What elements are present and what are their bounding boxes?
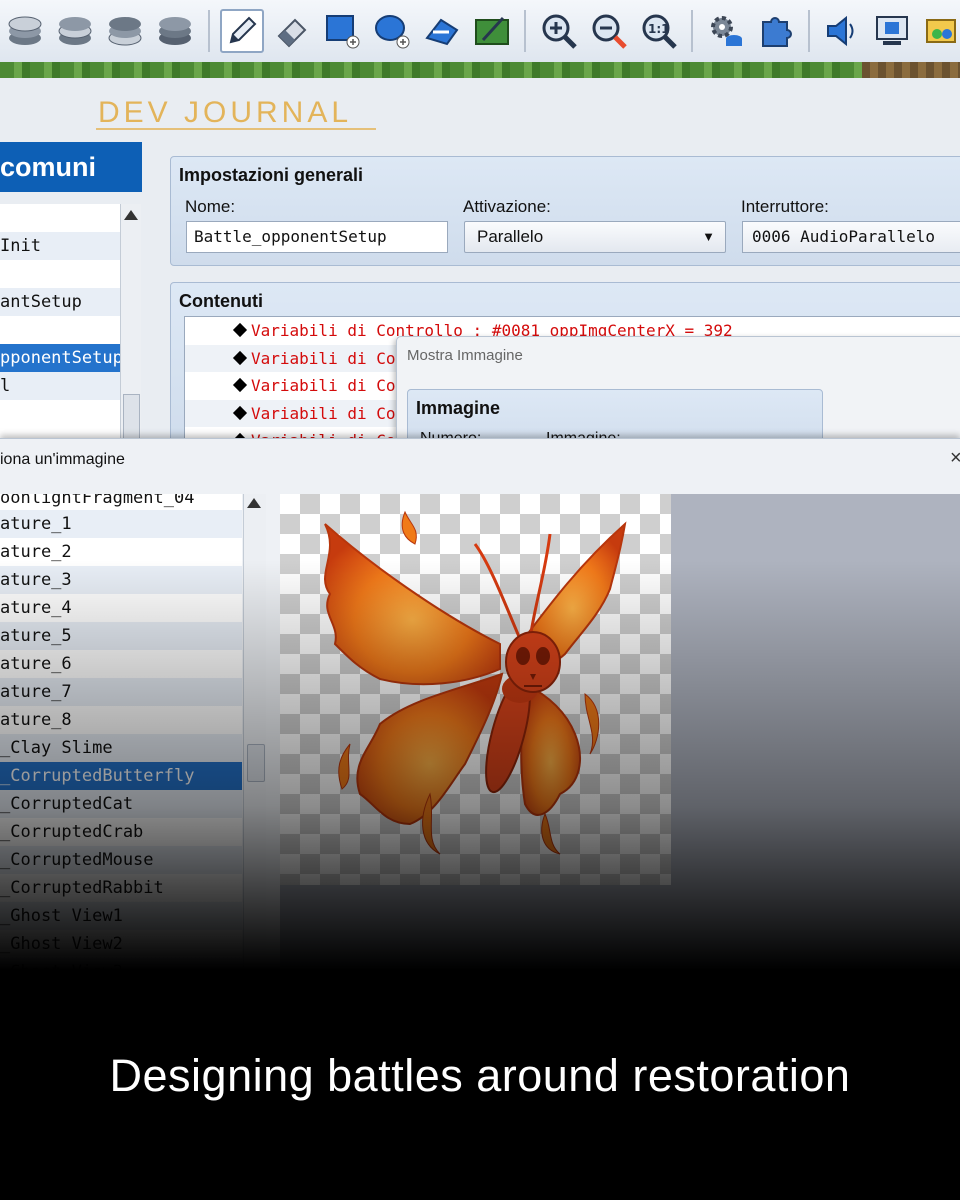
shadow-pen-icon[interactable] <box>470 9 514 53</box>
caption-text: Designing battles around restoration <box>109 1050 851 1101</box>
name-label: Nome: <box>185 197 236 216</box>
layer-3-icon[interactable] <box>103 9 147 53</box>
list-item[interactable]: ature_2 <box>0 538 242 566</box>
general-settings-group: Impostazioni generali Nome: Battle_oppon… <box>170 156 960 266</box>
file-list-scrollbar[interactable] <box>243 494 266 969</box>
close-icon[interactable]: × <box>950 447 960 470</box>
list-item[interactable]: ature_4 <box>0 594 242 622</box>
list-item[interactable]: Init <box>0 232 120 260</box>
list-item[interactable]: _CorruptedCat <box>0 790 242 818</box>
toolbar-separator <box>524 10 526 52</box>
switch-field[interactable]: 0006 AudioParallelo <box>742 221 960 253</box>
list-item[interactable]: _Ghost View2 <box>0 930 242 958</box>
common-events-header: comuni <box>0 142 142 192</box>
zoom-out-icon[interactable] <box>587 9 631 53</box>
list-item[interactable]: ature_7 <box>0 678 242 706</box>
list-item[interactable]: ature_6 <box>0 650 242 678</box>
list-item[interactable] <box>0 260 120 288</box>
trigger-label: Attivazione: <box>463 197 551 216</box>
select-image-title: iona un'immagine <box>0 451 125 468</box>
map-strip <box>0 62 960 78</box>
zoom-in-icon[interactable] <box>537 9 581 53</box>
database-icon[interactable] <box>704 9 748 53</box>
toolbar-separator <box>691 10 693 52</box>
trigger-select[interactable]: Parallelo ▼ <box>464 221 726 253</box>
picture-group-title: Immagine <box>416 398 501 418</box>
select-image-dialog: iona un'immagine × oonlightFragment_04 a… <box>0 438 960 969</box>
banner-underline <box>96 128 376 130</box>
list-item[interactable]: _Ghost View3 <box>0 958 242 969</box>
editor-toolbar: 1:1 <box>0 0 960 63</box>
toolbar-separator <box>808 10 810 52</box>
image-preview <box>280 494 671 885</box>
layer-4-icon[interactable] <box>153 9 197 53</box>
corrupted-butterfly-sprite <box>324 510 627 855</box>
show-picture-title: Mostra Immagine <box>407 347 523 364</box>
general-settings-title: Impostazioni generali <box>179 165 364 185</box>
fill-icon[interactable] <box>420 9 464 53</box>
playtest-icon[interactable] <box>870 9 914 53</box>
common-events-scrollbar[interactable] <box>120 204 141 442</box>
layer-1-icon[interactable] <box>3 9 47 53</box>
dev-journal-banner: DEV JOURNAL <box>98 96 353 129</box>
image-file-list[interactable]: oonlightFragment_04 ature_1 ature_2 atur… <box>0 494 242 969</box>
scroll-up-icon[interactable] <box>124 210 138 220</box>
scroll-up-icon[interactable] <box>247 498 261 508</box>
list-item[interactable]: ature_1 <box>0 510 242 538</box>
switch-label: Interruttore: <box>741 197 829 216</box>
svg-text:1:1: 1:1 <box>648 22 670 36</box>
scroll-thumb[interactable] <box>247 744 265 782</box>
list-item[interactable]: l <box>0 372 120 400</box>
chevron-down-icon: ▼ <box>702 229 715 244</box>
ellipse-select-icon[interactable] <box>370 9 414 53</box>
contents-title: Contenuti <box>179 291 263 311</box>
sound-icon[interactable] <box>820 9 864 53</box>
list-item[interactable]: _CorruptedCrab <box>0 818 242 846</box>
toolbar-separator <box>208 10 210 52</box>
list-item[interactable] <box>0 316 120 344</box>
image-preview-area <box>280 494 960 969</box>
rectangle-select-icon[interactable] <box>320 9 364 53</box>
list-item-selected[interactable]: pponentSetup <box>0 344 120 372</box>
name-field[interactable]: Battle_opponentSetup <box>186 221 448 253</box>
list-item[interactable]: _Ghost View1 <box>0 902 242 930</box>
eraser-icon[interactable] <box>270 9 314 53</box>
layer-2-icon[interactable] <box>53 9 97 53</box>
list-item[interactable]: ature_8 <box>0 706 242 734</box>
pencil-icon[interactable] <box>220 9 264 53</box>
map-strip-dirt <box>862 62 960 78</box>
list-item[interactable]: _CorruptedMouse <box>0 846 242 874</box>
list-item[interactable]: ature_3 <box>0 566 242 594</box>
common-events-list[interactable]: Init antSetup pponentSetup l <box>0 204 120 440</box>
plugin-icon[interactable] <box>754 9 798 53</box>
list-item[interactable]: ature_5 <box>0 622 242 650</box>
trigger-value: Parallelo <box>477 227 544 246</box>
list-item[interactable]: _Clay Slime <box>0 734 242 762</box>
scroll-thumb[interactable] <box>123 394 140 442</box>
list-item-selected[interactable]: _CorruptedButterfly <box>0 762 242 790</box>
list-item[interactable]: antSetup <box>0 288 120 316</box>
resource-icon[interactable] <box>920 9 960 53</box>
zoom-actual-icon[interactable]: 1:1 <box>637 9 681 53</box>
list-item[interactable]: _CorruptedRabbit <box>0 874 242 902</box>
list-item[interactable]: oonlightFragment_04 <box>0 494 242 510</box>
list-item[interactable] <box>0 204 120 232</box>
show-picture-dialog: Mostra Immagine Immagine Numero: Immagin… <box>396 336 960 461</box>
